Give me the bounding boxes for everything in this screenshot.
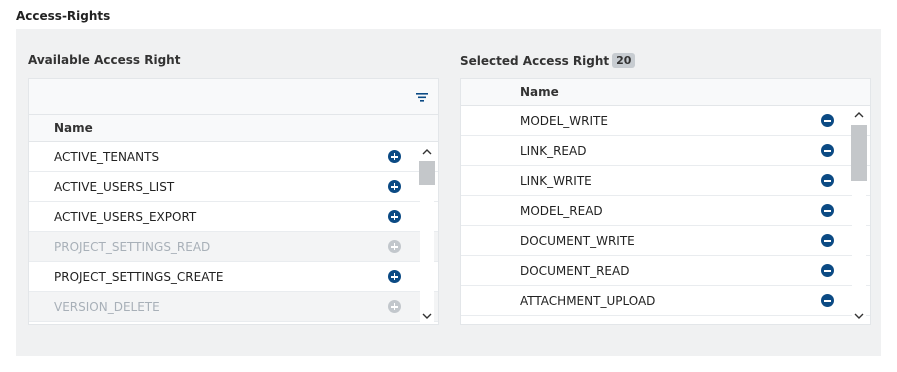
plus-circle-icon[interactable] bbox=[388, 150, 401, 163]
plus-circle-icon bbox=[388, 240, 401, 253]
selected-column-header[interactable]: Name bbox=[461, 79, 870, 106]
selected-scroll-thumb[interactable] bbox=[851, 125, 867, 181]
available-name-header: Name bbox=[54, 121, 93, 135]
selected-row-label: ATTACHMENT_UPLOAD bbox=[520, 294, 656, 308]
available-row-label: ACTIVE_USERS_EXPORT bbox=[54, 210, 197, 224]
minus-circle-icon[interactable] bbox=[821, 174, 834, 187]
selected-title-wrap: Selected Access Right 20 bbox=[460, 53, 636, 68]
plus-circle-icon[interactable] bbox=[388, 180, 401, 193]
selected-count-badge: 20 bbox=[612, 53, 636, 68]
available-row[interactable]: ACTIVE_TENANTS bbox=[29, 142, 438, 172]
selected-row[interactable]: MODEL_WRITE bbox=[461, 106, 870, 136]
scroll-up-icon[interactable] bbox=[420, 146, 434, 158]
selected-row-label: DOCUMENT_WRITE bbox=[520, 234, 635, 248]
filter-icon[interactable] bbox=[414, 89, 430, 105]
selected-scrollbar[interactable] bbox=[851, 107, 867, 324]
available-row-label: ACTIVE_USERS_LIST bbox=[54, 180, 175, 194]
available-row-label: PROJECT_SETTINGS_CREATE bbox=[54, 270, 224, 284]
selected-row-label: MODEL_WRITE bbox=[520, 114, 608, 128]
available-grid: Name ACTIVE_TENANTS ACTIVE_USERS_LIST ACTI… bbox=[28, 78, 439, 325]
available-scrollbar[interactable] bbox=[419, 142, 435, 324]
minus-circle-icon[interactable] bbox=[821, 234, 834, 247]
selected-row-label: DOCUMENT_READ bbox=[520, 264, 630, 278]
selected-row[interactable]: DOCUMENT_READ bbox=[461, 256, 870, 286]
available-row: VERSION_DELETE bbox=[29, 292, 438, 322]
scroll-down-icon[interactable] bbox=[852, 310, 866, 322]
selected-row[interactable]: LINK_READ bbox=[461, 136, 870, 166]
selected-rows: MODEL_WRITE LINK_READ LINK_WRITE MODEL_READ… bbox=[461, 106, 870, 316]
selected-row[interactable]: MODEL_READ bbox=[461, 196, 870, 226]
available-row: PROJECT_SETTINGS_READ bbox=[29, 232, 438, 262]
scroll-up-icon[interactable] bbox=[852, 109, 866, 121]
minus-circle-icon[interactable] bbox=[821, 114, 834, 127]
plus-circle-icon bbox=[388, 300, 401, 313]
selected-row[interactable]: DOCUMENT_WRITE bbox=[461, 226, 870, 256]
available-column-header[interactable]: Name bbox=[29, 115, 438, 142]
scroll-down-icon[interactable] bbox=[420, 310, 434, 322]
minus-circle-icon[interactable] bbox=[821, 144, 834, 157]
selected-title: Selected Access Right bbox=[460, 54, 610, 68]
selected-name-header: Name bbox=[520, 85, 559, 99]
selected-row[interactable]: ATTACHMENT_UPLOAD bbox=[461, 286, 870, 316]
plus-circle-icon[interactable] bbox=[388, 210, 401, 223]
available-title: Available Access Right bbox=[28, 53, 181, 67]
minus-circle-icon[interactable] bbox=[821, 204, 834, 217]
selected-row-label: MODEL_READ bbox=[520, 204, 603, 218]
minus-circle-icon[interactable] bbox=[821, 264, 834, 277]
plus-circle-icon[interactable] bbox=[388, 270, 401, 283]
filter-bar bbox=[29, 79, 438, 115]
available-row-label: ACTIVE_TENANTS bbox=[54, 150, 160, 164]
available-rows: ACTIVE_TENANTS ACTIVE_USERS_LIST ACTIVE_US… bbox=[29, 142, 438, 322]
available-row[interactable]: PROJECT_SETTINGS_CREATE bbox=[29, 262, 438, 292]
available-row-label: PROJECT_SETTINGS_READ bbox=[54, 240, 211, 254]
selected-row-label: LINK_READ bbox=[520, 144, 587, 158]
minus-circle-icon[interactable] bbox=[821, 294, 834, 307]
available-row[interactable]: ACTIVE_USERS_EXPORT bbox=[29, 202, 438, 232]
available-row[interactable]: ACTIVE_USERS_LIST bbox=[29, 172, 438, 202]
available-scroll-thumb[interactable] bbox=[419, 161, 435, 185]
selected-row[interactable]: LINK_WRITE bbox=[461, 166, 870, 196]
selected-row-label: LINK_WRITE bbox=[520, 174, 592, 188]
section-title: Access-Rights bbox=[16, 9, 111, 23]
available-row-label: VERSION_DELETE bbox=[54, 300, 160, 314]
selected-grid: Name MODEL_WRITE LINK_READ LINK_WRITE MODEL… bbox=[460, 78, 871, 325]
